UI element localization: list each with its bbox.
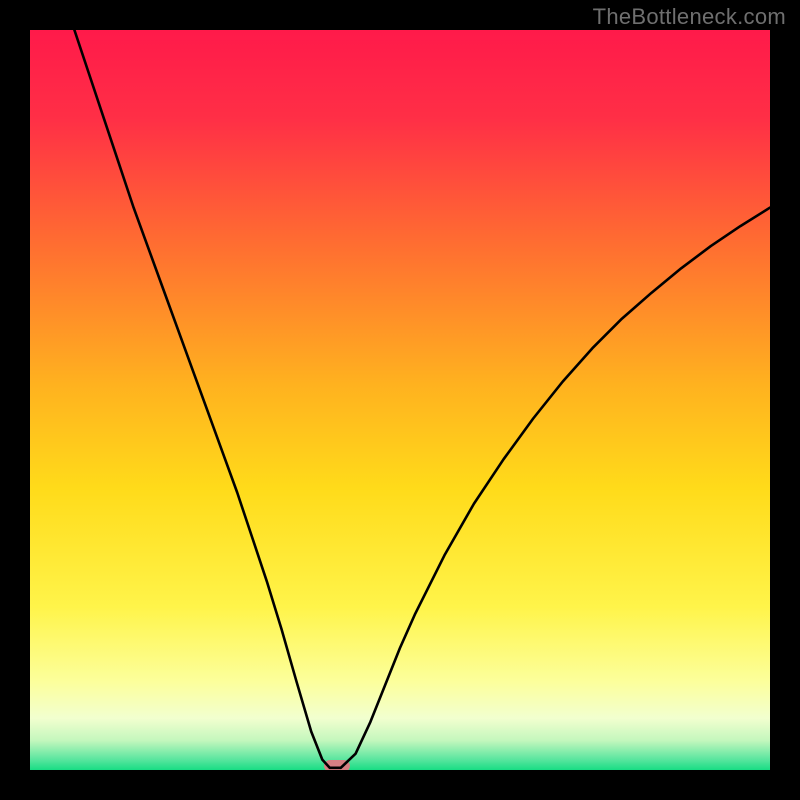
plot-area — [30, 30, 770, 770]
bottleneck-curve — [30, 30, 770, 770]
watermark-text: TheBottleneck.com — [593, 4, 786, 30]
chart-frame: TheBottleneck.com — [0, 0, 800, 800]
